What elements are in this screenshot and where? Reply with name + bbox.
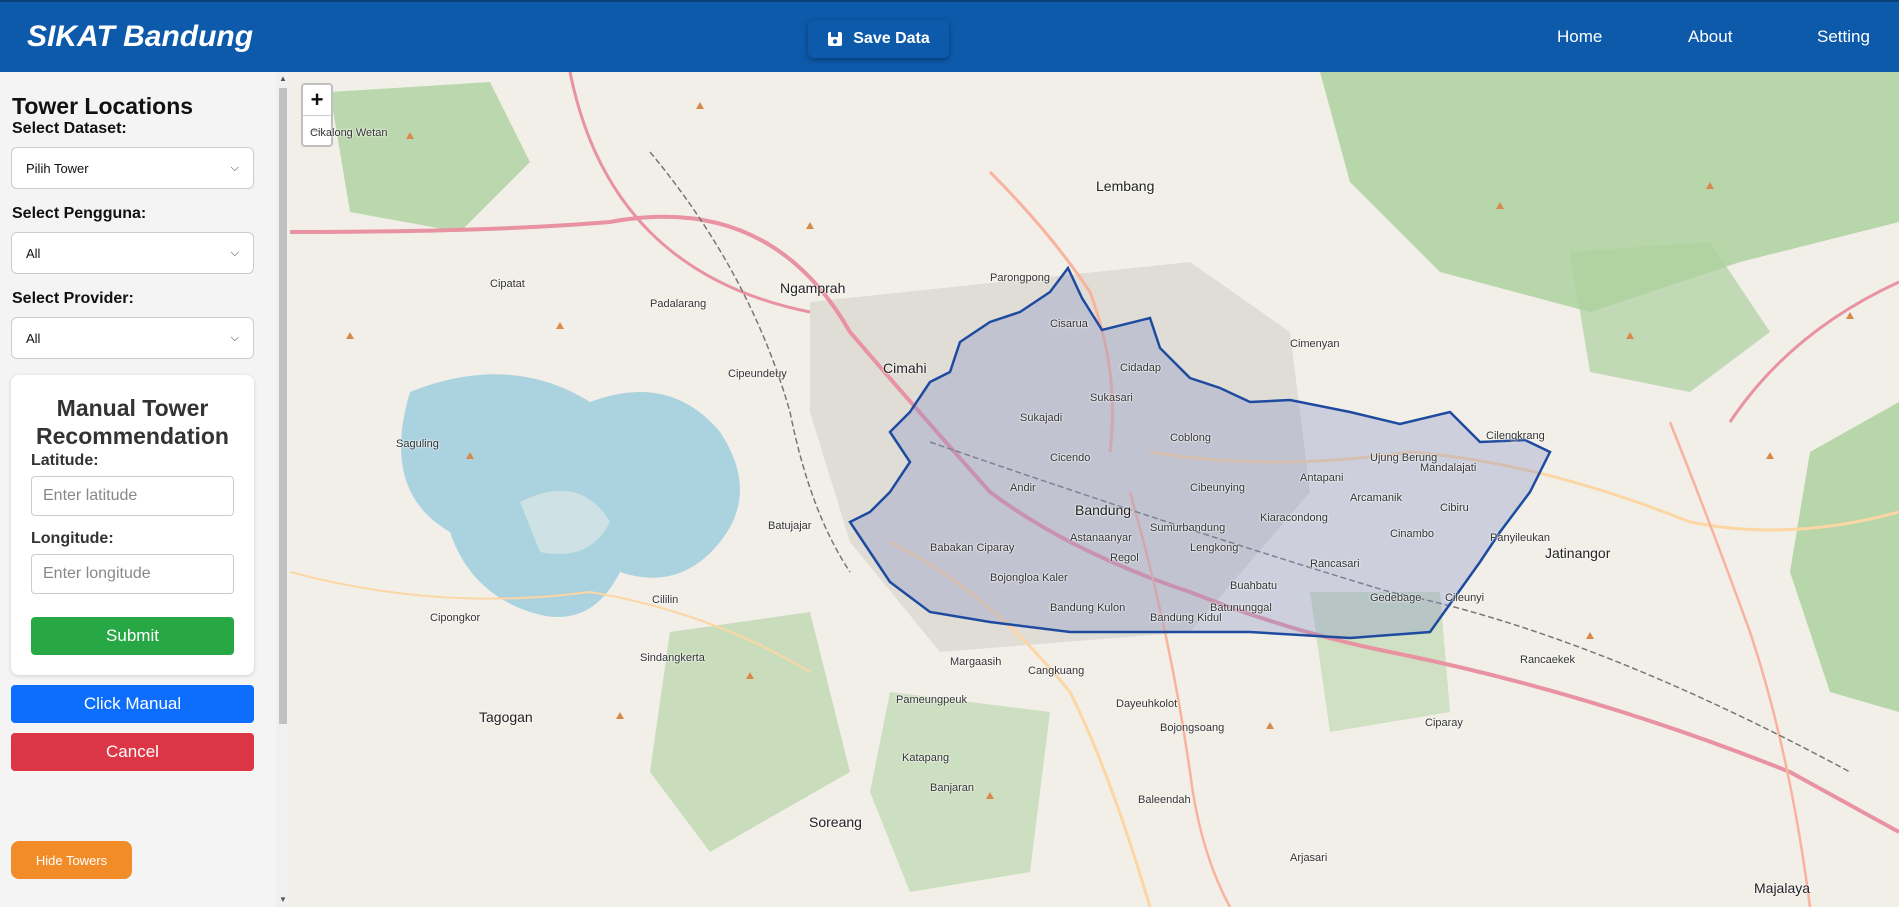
- map-label: Cilengkrang: [1486, 430, 1545, 442]
- map-label: Andir: [1010, 482, 1036, 494]
- map-label: Kiaracondong: [1260, 512, 1328, 524]
- map-label: Cicendo: [1050, 452, 1091, 464]
- map-label: Cililin: [652, 594, 679, 606]
- map-label: Ciparay: [1425, 717, 1463, 729]
- app-brand[interactable]: SIKAT Bandung: [27, 20, 253, 54]
- map-label: Margaasih: [950, 656, 1002, 668]
- zoom-in-button[interactable]: +: [303, 85, 331, 115]
- cancel-button[interactable]: Cancel: [11, 733, 254, 771]
- map-label: Cimahi: [883, 360, 927, 376]
- save-data-button[interactable]: Save Data: [808, 20, 949, 58]
- map-label: Mandalajati: [1420, 462, 1477, 474]
- nav-setting[interactable]: Setting: [1817, 27, 1870, 47]
- map-label: Sumurbandung: [1150, 522, 1226, 534]
- map-label: Banjaran: [930, 782, 975, 794]
- map-label: Cipatat: [490, 278, 525, 290]
- scroll-down-icon[interactable]: ▼: [279, 895, 287, 904]
- top-navbar: SIKAT Bandung Save Data Home About Setti…: [0, 0, 1899, 72]
- map-label: Cibeunying: [1190, 482, 1246, 494]
- submit-button[interactable]: Submit: [31, 617, 234, 655]
- map-label: Lembang: [1096, 178, 1155, 194]
- map-label: Sukajadi: [1020, 412, 1063, 424]
- map-label: Regol: [1110, 552, 1139, 564]
- nav-about[interactable]: About: [1688, 27, 1732, 47]
- manual-card-title: Manual Tower Recommendation: [11, 394, 254, 450]
- map-label: Cipeundeuy: [728, 368, 787, 380]
- manual-recommendation-card: Manual Tower Recommendation Latitude: En…: [11, 375, 254, 675]
- map-label: Jatinangor: [1545, 545, 1611, 561]
- map-label: Bandung Kulon: [1050, 602, 1126, 614]
- chevron-down-icon: ⌵: [230, 331, 239, 344]
- map-label: Padalarang: [650, 298, 707, 310]
- manual-card-title-line1: Manual Tower: [56, 395, 209, 421]
- map-label: Katapang: [902, 752, 950, 764]
- chevron-down-icon: ⌵: [230, 246, 239, 259]
- manual-card-title-line2: Recommendation: [36, 423, 229, 449]
- map-label: Cimenyan: [1290, 338, 1340, 350]
- map-label: Cisarua: [1050, 318, 1088, 330]
- map-label: Cipongkor: [430, 612, 481, 624]
- map-label: Batujajar: [768, 520, 812, 532]
- map-label: Tagogan: [479, 709, 533, 725]
- map-label: Coblong: [1170, 432, 1211, 444]
- map-label: Pameungpeuk: [896, 694, 967, 706]
- map-view[interactable]: + − Bandung Cimahi Lembang Ngamprah Sore…: [290, 72, 1899, 907]
- map-label: Rancasari: [1310, 558, 1360, 570]
- longitude-label: Longitude:: [31, 530, 114, 547]
- map-label: Baleendah: [1138, 794, 1191, 806]
- map-label: Panyileukan: [1490, 532, 1550, 544]
- map-label: Cileunyi: [1445, 592, 1485, 604]
- map-tiles: [290, 72, 1899, 907]
- provider-select-value: All: [26, 330, 41, 346]
- nav-home[interactable]: Home: [1557, 27, 1602, 47]
- map-label: Bandung Kidul: [1150, 612, 1222, 624]
- map-label: Sukasari: [1090, 392, 1133, 404]
- map-label: Majalaya: [1754, 880, 1811, 896]
- map-label: Arcamanik: [1350, 492, 1402, 504]
- map-label: Arjasari: [1290, 852, 1328, 864]
- provider-select[interactable]: All ⌵: [11, 317, 254, 359]
- scroll-thumb[interactable]: [279, 88, 287, 724]
- map-label: Gedebage: [1370, 592, 1422, 604]
- map-label: Cangkuang: [1028, 665, 1085, 677]
- map-label: Bojongloa Kaler: [990, 572, 1068, 584]
- latitude-input[interactable]: Enter latitude: [31, 476, 234, 516]
- map-label: Ngamprah: [780, 280, 846, 296]
- map-label: Babakan Ciparay: [930, 542, 1015, 554]
- pengguna-label: Select Pengguna:: [12, 205, 147, 222]
- map-label: Parongpong: [990, 272, 1050, 284]
- sidebar-scrollbar[interactable]: ▲ ▼: [276, 72, 290, 907]
- chevron-down-icon: ⌵: [230, 161, 239, 174]
- map-label: Cibiru: [1440, 502, 1469, 514]
- map-label: Soreang: [809, 814, 862, 830]
- map-label: Bandung: [1075, 502, 1132, 518]
- hide-towers-button[interactable]: Hide Towers: [11, 841, 132, 879]
- click-manual-button[interactable]: Click Manual: [11, 685, 254, 723]
- map-label: Sindangkerta: [640, 652, 705, 664]
- floppy-disk-icon: [828, 32, 843, 46]
- sidebar-title: Tower Locations: [12, 93, 194, 119]
- dataset-select[interactable]: Pilih Tower ⌵: [11, 147, 254, 189]
- latitude-label: Latitude:: [31, 452, 99, 469]
- map-label: Saguling: [396, 438, 439, 450]
- sidebar: Tower Locations Select Dataset: Pilih To…: [0, 72, 276, 907]
- map-label: Lengkong: [1190, 542, 1239, 554]
- map-label: Astanaanyar: [1070, 532, 1132, 544]
- map-label: Antapani: [1300, 472, 1344, 484]
- dataset-label: Select Dataset:: [12, 120, 127, 137]
- pengguna-select-value: All: [26, 245, 41, 261]
- map-label: Dayeuhkolot: [1116, 698, 1178, 710]
- map-label: Cikalong Wetan: [310, 127, 388, 139]
- map-label: Bojongsoang: [1160, 722, 1225, 734]
- map-label: Cidadap: [1120, 362, 1161, 374]
- pengguna-select[interactable]: All ⌵: [11, 232, 254, 274]
- map-label: Cinambo: [1390, 528, 1435, 540]
- provider-label: Select Provider:: [12, 290, 134, 307]
- map-label: Rancaekek: [1520, 654, 1576, 666]
- scroll-up-icon[interactable]: ▲: [279, 74, 287, 83]
- longitude-input[interactable]: Enter longitude: [31, 554, 234, 594]
- map-label: Buahbatu: [1230, 580, 1278, 592]
- dataset-select-value: Pilih Tower: [26, 160, 89, 176]
- save-data-label: Save Data: [853, 30, 930, 47]
